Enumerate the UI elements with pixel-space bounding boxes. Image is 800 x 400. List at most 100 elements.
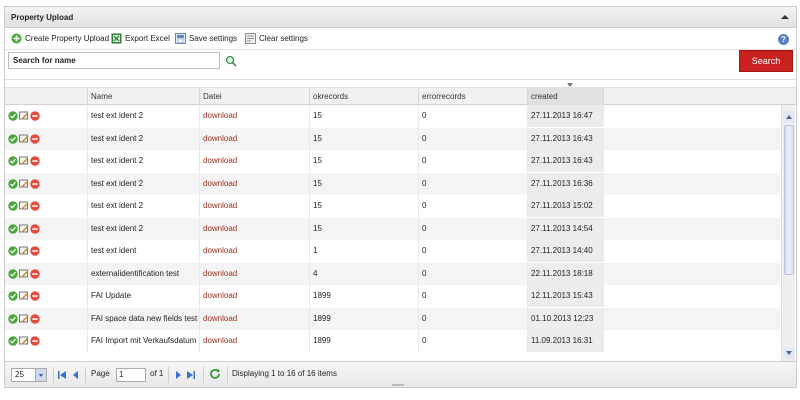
edit-icon[interactable] [19, 314, 29, 324]
cell-created: 27.11.2013 16:47 [528, 105, 604, 127]
edit-icon[interactable] [19, 156, 29, 166]
cell-errorrecords: 0 [419, 195, 528, 217]
table-row[interactable]: test ext ident 2 download 15 0 27.11.201… [5, 217, 780, 240]
download-link[interactable]: download [203, 291, 237, 300]
resize-handle[interactable] [392, 384, 404, 386]
scroll-down-icon[interactable] [783, 347, 795, 359]
approve-icon[interactable] [8, 336, 18, 346]
cell-okrecords: 1899 [310, 285, 419, 307]
divider [53, 367, 54, 383]
download-link[interactable]: download [203, 201, 237, 210]
cell-datei: download [200, 127, 310, 150]
approve-icon[interactable] [8, 178, 18, 189]
download-link[interactable]: download [203, 179, 237, 188]
cell-name: test ext ident 2 [88, 105, 200, 127]
sort-descending-icon [567, 83, 573, 87]
download-link[interactable]: download [203, 224, 237, 233]
page-size-select[interactable]: 25 [11, 368, 47, 382]
table-row[interactable]: test ext ident download 1 0 27.11.2013 1… [5, 240, 780, 263]
edit-icon[interactable] [19, 134, 29, 144]
delete-icon[interactable] [30, 111, 40, 121]
cell-errorrecords: 0 [419, 307, 528, 330]
row-actions [5, 262, 88, 285]
approve-icon[interactable] [8, 291, 18, 301]
row-actions [5, 217, 88, 240]
cell-datei: download [200, 307, 310, 330]
approve-icon[interactable] [8, 246, 18, 256]
column-header-errorrecords[interactable]: errorrecords [419, 88, 528, 106]
table-row[interactable]: FAI Import mit Verkaufsdatum Uk download… [5, 330, 780, 353]
edit-icon[interactable] [19, 246, 29, 256]
table-row[interactable]: FAI Update download 1899 0 12.11.2013 15… [5, 285, 780, 308]
table-row[interactable]: externalidentification test download 4 0… [5, 262, 780, 285]
download-link[interactable]: download [203, 111, 237, 120]
delete-icon[interactable] [30, 246, 40, 256]
column-header-name[interactable]: Name [88, 88, 200, 106]
refresh-icon[interactable] [209, 368, 221, 380]
delete-icon[interactable] [30, 178, 40, 189]
download-link[interactable]: download [203, 336, 237, 345]
grid: Name Datei okrecords errorrecords create… [5, 7, 796, 387]
first-page-icon[interactable] [57, 370, 67, 380]
table-row[interactable]: FAI space data new fields test download … [5, 307, 780, 330]
cell-datei: download [200, 150, 310, 172]
last-page-icon[interactable] [186, 370, 196, 380]
delete-icon[interactable] [30, 156, 40, 166]
edit-icon[interactable] [19, 269, 29, 279]
edit-icon[interactable] [19, 291, 29, 301]
scroll-up-icon[interactable] [783, 111, 795, 123]
approve-icon[interactable] [8, 268, 18, 279]
column-header-okrecords[interactable]: okrecords [310, 88, 419, 106]
page-size-value: 25 [15, 370, 24, 379]
cell-name: test ext ident 2 [88, 127, 200, 150]
delete-icon[interactable] [30, 291, 40, 301]
approve-icon[interactable] [8, 313, 18, 324]
delete-icon[interactable] [30, 268, 40, 279]
delete-icon[interactable] [30, 133, 40, 144]
download-link[interactable]: download [203, 269, 237, 278]
edit-icon[interactable] [19, 224, 29, 234]
delete-icon[interactable] [30, 336, 40, 346]
table-row[interactable]: test ext ident 2 download 15 0 27.11.201… [5, 195, 780, 218]
cell-okrecords: 1899 [310, 307, 419, 330]
grid-header: Name Datei okrecords errorrecords create… [5, 87, 796, 106]
edit-icon[interactable] [19, 201, 29, 211]
approve-icon[interactable] [8, 133, 18, 144]
cell-name: test ext ident 2 [88, 150, 200, 172]
approve-icon[interactable] [8, 156, 18, 166]
divider [168, 367, 169, 383]
chevron-down-icon[interactable] [35, 369, 46, 381]
delete-icon[interactable] [30, 223, 40, 234]
table-row[interactable]: test ext ident 2 download 15 0 27.11.201… [5, 172, 780, 195]
download-link[interactable]: download [203, 314, 237, 323]
edit-icon[interactable] [19, 179, 29, 189]
approve-icon[interactable] [8, 201, 18, 211]
page-number-input[interactable]: 1 [116, 368, 146, 382]
next-page-icon[interactable] [173, 370, 183, 380]
divider [203, 367, 204, 383]
download-link[interactable]: download [203, 134, 237, 143]
table-row[interactable]: test ext ident 2 download 15 0 27.11.201… [5, 150, 780, 173]
edit-icon[interactable] [19, 111, 29, 121]
cell-datei: download [200, 105, 310, 127]
cell-errorrecords: 0 [419, 150, 528, 172]
approve-icon[interactable] [8, 111, 18, 121]
download-link[interactable]: download [203, 246, 237, 255]
display-status: Displaying 1 to 16 of 16 items [232, 369, 337, 378]
scroll-thumb[interactable] [784, 125, 794, 275]
cell-errorrecords: 0 [419, 217, 528, 240]
table-row[interactable]: test ext ident 2 download 15 0 27.11.201… [5, 127, 780, 150]
delete-icon[interactable] [30, 313, 40, 324]
cell-datei: download [200, 285, 310, 307]
previous-page-icon[interactable] [71, 370, 81, 380]
table-row[interactable]: test ext ident 2 download 15 0 27.11.201… [5, 105, 780, 128]
column-header-datei[interactable]: Datei [200, 88, 310, 106]
delete-icon[interactable] [30, 201, 40, 211]
edit-icon[interactable] [19, 336, 29, 346]
column-header-created[interactable]: created [528, 88, 604, 106]
vertical-scrollbar[interactable] [781, 105, 795, 361]
cell-name: externalidentification test [88, 262, 200, 285]
download-link[interactable]: download [203, 156, 237, 165]
cell-created: 27.11.2013 14:54 [528, 217, 604, 240]
approve-icon[interactable] [8, 223, 18, 234]
